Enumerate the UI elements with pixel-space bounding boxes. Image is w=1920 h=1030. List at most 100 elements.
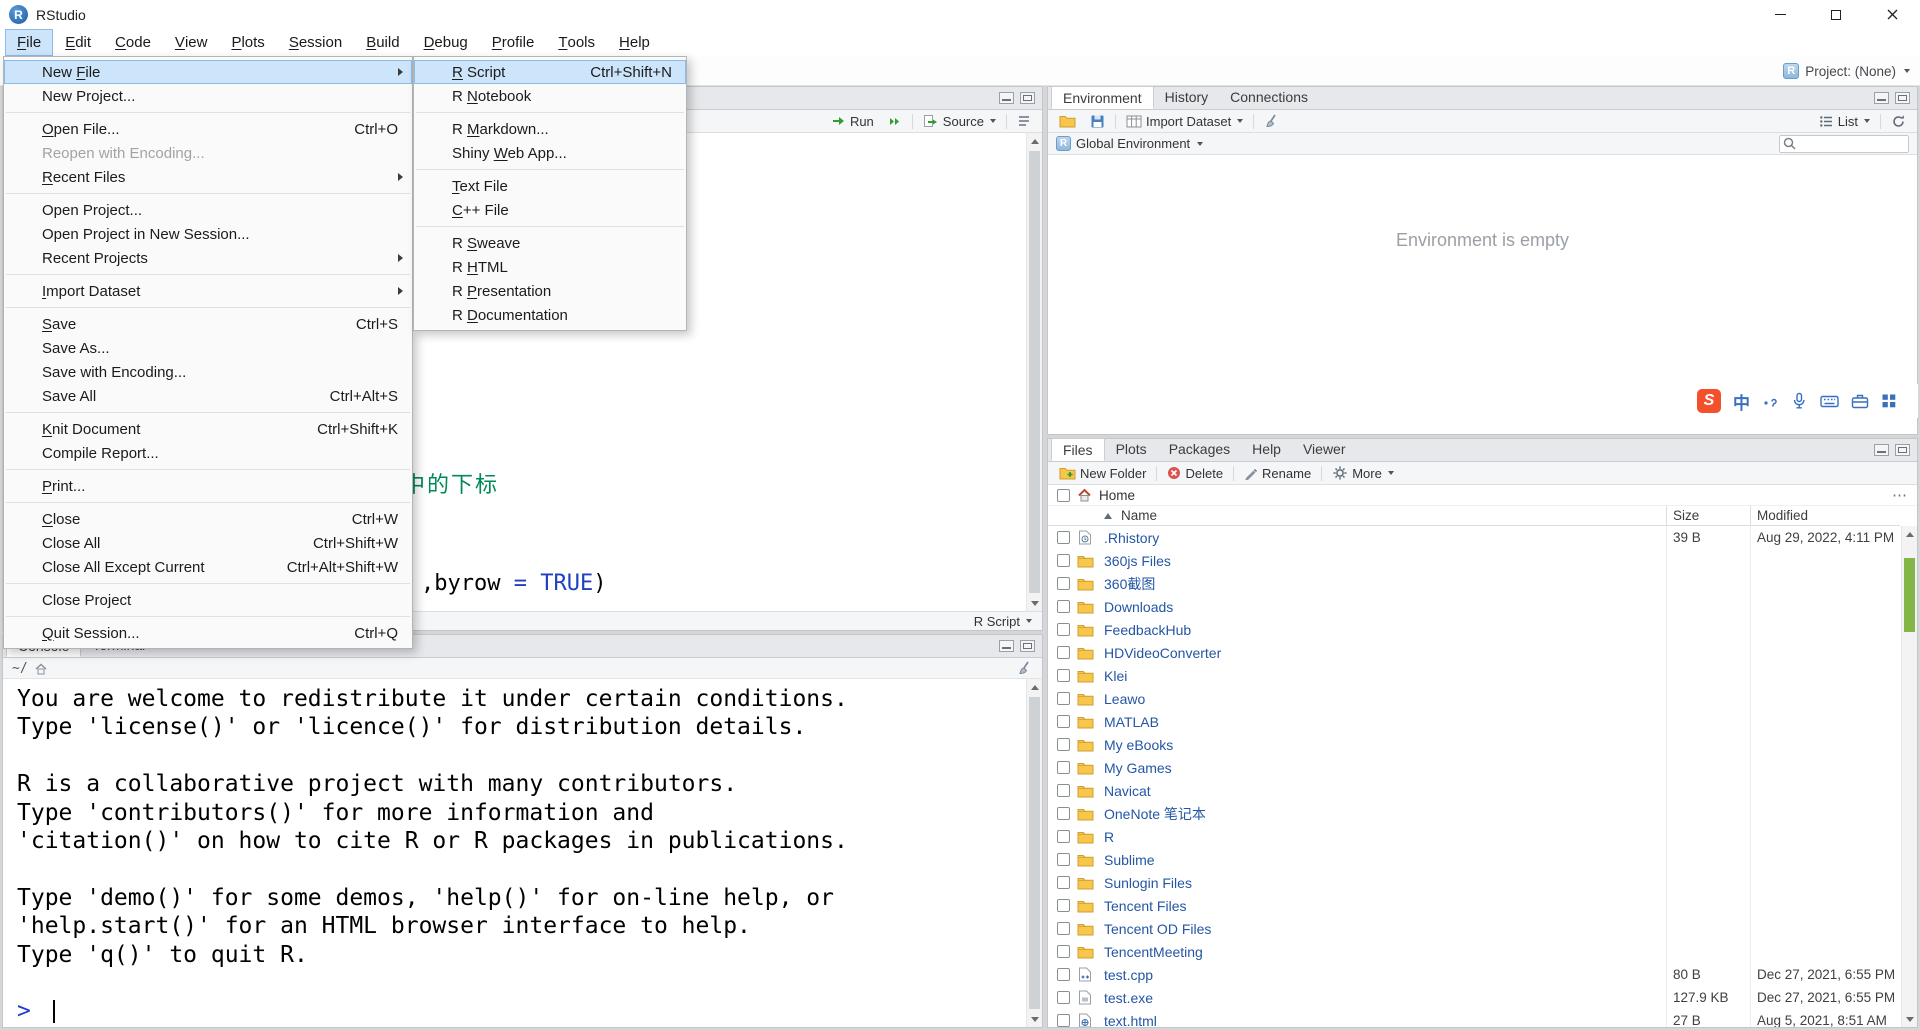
path-overflow-button[interactable]: ⋯ (1892, 486, 1908, 504)
environment-tab-environment[interactable]: Environment (1051, 86, 1154, 109)
row-checkbox[interactable] (1057, 669, 1070, 682)
files-tab-files[interactable]: Files (1051, 438, 1105, 461)
file-name-link[interactable]: R (1104, 829, 1114, 845)
file-name-link[interactable]: test.cpp (1104, 967, 1153, 983)
console-input-line[interactable]: > (17, 997, 1025, 1025)
sogou-logo-icon[interactable]: S (1697, 389, 1721, 413)
new-file-menu-item-shiny-web-app[interactable]: Shiny Web App... (414, 141, 686, 165)
menubar-item-code[interactable]: Code (103, 29, 163, 56)
ime-toolbox-icon[interactable] (1851, 393, 1869, 409)
menubar-item-help[interactable]: Help (607, 29, 662, 56)
file-name-link[interactable]: MATLAB (1104, 714, 1159, 730)
row-checkbox[interactable] (1057, 715, 1070, 728)
ime-language-icon[interactable]: 中 (1733, 389, 1750, 414)
clear-objects-button[interactable] (1260, 112, 1284, 130)
ime-microphone-icon[interactable] (1790, 392, 1808, 410)
file-name-link[interactable]: Leawo (1104, 691, 1145, 707)
file-menu-item-compile-report[interactable]: Compile Report... (4, 441, 412, 465)
files-tab-plots[interactable]: Plots (1105, 438, 1158, 461)
file-name-link[interactable]: .Rhistory (1104, 530, 1159, 546)
column-header-modified[interactable]: Modified (1750, 506, 1900, 525)
row-checkbox[interactable] (1057, 876, 1070, 889)
files-scrollbar[interactable] (1901, 526, 1917, 1027)
rename-button[interactable]: Rename (1240, 465, 1315, 482)
file-name-link[interactable]: OneNote 笔记本 (1104, 804, 1206, 824)
files-tab-packages[interactable]: Packages (1158, 438, 1241, 461)
search-input[interactable] (1779, 134, 1909, 153)
file-menu-item-save-all[interactable]: Save All Ctrl+Alt+S (4, 384, 412, 408)
row-checkbox[interactable] (1057, 899, 1070, 912)
row-checkbox[interactable] (1057, 830, 1070, 843)
scope-selector[interactable]: Global Environment (1076, 136, 1190, 151)
menubar-item-profile[interactable]: Profile (480, 29, 547, 56)
file-menu-item-print[interactable]: Print... (4, 474, 412, 498)
window-maximize-button[interactable] (1808, 0, 1864, 29)
console-scrollbar[interactable] (1026, 679, 1042, 1027)
row-checkbox[interactable] (1057, 577, 1070, 590)
new-file-menu-item-r-html[interactable]: R HTML (414, 255, 686, 279)
scroll-down-icon[interactable] (1027, 595, 1042, 611)
file-name-link[interactable]: HDVideoConverter (1104, 645, 1221, 661)
rerun-button[interactable] (884, 113, 906, 130)
row-checkbox[interactable] (1057, 623, 1070, 636)
ime-punctuation-icon[interactable] (1762, 393, 1778, 409)
scroll-up-icon[interactable] (1027, 679, 1042, 695)
file-name-link[interactable]: TencentMeeting (1104, 944, 1203, 960)
menubar-item-file[interactable]: File (5, 29, 54, 56)
ime-keyboard-icon[interactable] (1820, 394, 1839, 409)
row-checkbox[interactable] (1057, 853, 1070, 866)
menubar-item-build[interactable]: Build (354, 29, 411, 56)
environment-tab-history[interactable]: History (1154, 86, 1220, 109)
file-menu-item-knit-document[interactable]: Knit Document Ctrl+Shift+K (4, 417, 412, 441)
file-name-link[interactable]: My eBooks (1104, 737, 1173, 753)
scroll-up-icon[interactable] (1027, 133, 1042, 149)
console-output[interactable]: You are welcome to redistribute it under… (3, 679, 1025, 1027)
row-checkbox[interactable] (1057, 600, 1070, 613)
row-checkbox[interactable] (1057, 531, 1070, 544)
menubar-item-edit[interactable]: Edit (53, 29, 103, 56)
import-dataset-button[interactable]: Import Dataset (1122, 113, 1247, 130)
menubar-item-tools[interactable]: Tools (546, 29, 607, 56)
maximize-pane-icon[interactable] (1895, 91, 1910, 104)
file-menu-item-close-all[interactable]: Close All Ctrl+Shift+W (4, 531, 412, 555)
file-menu-item-quit-session[interactable]: Quit Session... Ctrl+Q (4, 621, 412, 645)
menubar-item-view[interactable]: View (163, 29, 220, 56)
new-file-menu-item-r-sweave[interactable]: R Sweave (414, 231, 686, 255)
file-menu-item-close-all-except-current[interactable]: Close All Except Current Ctrl+Alt+Shift+W (4, 555, 412, 579)
ime-grid-icon[interactable] (1881, 393, 1897, 409)
file-type-selector[interactable]: R Script (974, 614, 1032, 629)
new-file-menu-item-r-presentation[interactable]: R Presentation (414, 279, 686, 303)
column-header-size[interactable]: Size (1666, 506, 1750, 525)
file-name-link[interactable]: text.html (1104, 1013, 1157, 1028)
menubar-item-plots[interactable]: Plots (219, 29, 276, 56)
files-tab-help[interactable]: Help (1241, 438, 1292, 461)
minimize-pane-icon[interactable] (999, 91, 1014, 104)
row-checkbox[interactable] (1057, 784, 1070, 797)
file-name-link[interactable]: Tencent OD Files (1104, 921, 1211, 937)
maximize-pane-icon[interactable] (1895, 443, 1910, 456)
load-workspace-button[interactable] (1055, 113, 1080, 129)
scroll-up-icon[interactable] (1902, 526, 1917, 542)
file-name-link[interactable]: test.exe (1104, 990, 1153, 1006)
scrollbar-thumb[interactable] (1029, 151, 1040, 593)
maximize-pane-icon[interactable] (1020, 91, 1035, 104)
window-close-button[interactable] (1864, 0, 1920, 29)
file-name-link[interactable]: FeedbackHub (1104, 622, 1191, 638)
file-menu-item-save[interactable]: Save Ctrl+S (4, 312, 412, 336)
row-checkbox[interactable] (1057, 692, 1070, 705)
row-checkbox[interactable] (1057, 761, 1070, 774)
clear-console-broom-icon[interactable] (1017, 660, 1033, 676)
minimize-pane-icon[interactable] (1874, 443, 1889, 456)
file-name-link[interactable]: Navicat (1104, 783, 1151, 799)
file-name-link[interactable]: Downloads (1104, 599, 1173, 615)
scroll-down-icon[interactable] (1027, 1011, 1042, 1027)
minimize-pane-icon[interactable] (999, 639, 1014, 652)
row-checkbox[interactable] (1057, 922, 1070, 935)
file-menu-item-recent-files[interactable]: Recent Files (4, 165, 412, 189)
file-menu-item-save-with-encoding[interactable]: Save with Encoding... (4, 360, 412, 384)
file-menu-item-import-dataset[interactable]: Import Dataset (4, 279, 412, 303)
new-file-menu-item-r-notebook[interactable]: R Notebook (414, 84, 686, 108)
delete-button[interactable]: Delete (1163, 465, 1227, 482)
file-menu-item-recent-projects[interactable]: Recent Projects (4, 246, 412, 270)
new-file-menu-item-r-script[interactable]: R Script Ctrl+Shift+N (414, 60, 686, 84)
